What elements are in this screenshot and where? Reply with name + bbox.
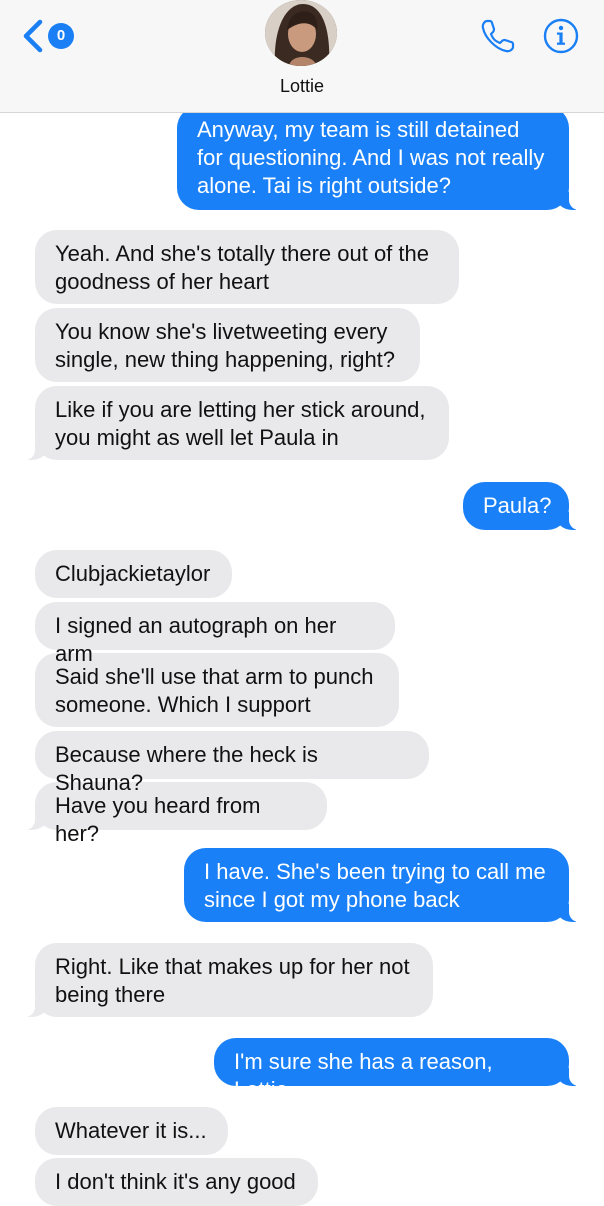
contact-name[interactable]: Lottie — [0, 76, 604, 97]
avatar[interactable] — [265, 0, 337, 66]
message-text: I'm sure she has a reason, Lottie — [234, 1049, 493, 1102]
unread-count-badge: 0 — [48, 23, 74, 49]
message-text: Said she'll use that arm to punch someon… — [55, 664, 374, 717]
chevron-left-icon — [23, 19, 43, 53]
message-bubble-incoming[interactable]: I don't think it's any good — [35, 1158, 318, 1206]
message-bubble-incoming[interactable]: I signed an autograph on her arm — [35, 602, 395, 666]
message-bubble-incoming[interactable]: Said she'll use that arm to punch someon… — [35, 653, 399, 727]
info-button[interactable] — [541, 16, 581, 61]
back-button[interactable]: 0 — [20, 18, 74, 54]
message-text: You know she's livetweeting every single… — [55, 319, 396, 372]
message-text: I don't think it's any good — [55, 1169, 296, 1194]
message-bubble-incoming[interactable]: You know she's livetweeting every single… — [35, 308, 420, 382]
message-text: Clubjackietaylor — [55, 561, 211, 586]
message-text: Have you heard from her? — [55, 793, 261, 846]
message-bubble-outgoing[interactable]: I have. She's been trying to call me sin… — [184, 848, 579, 922]
message-text: Like if you are letting her stick around… — [55, 397, 426, 450]
message-bubble-outgoing[interactable]: Paula? — [463, 482, 579, 530]
message-bubble-incoming[interactable]: Like if you are letting her stick around… — [25, 386, 449, 460]
message-text: Right. Like that makes up for her not be… — [55, 954, 410, 1007]
contact-photo — [265, 0, 337, 66]
message-bubble-outgoing[interactable]: Anyway, my team is still detained for qu… — [177, 106, 579, 210]
message-bubble-outgoing[interactable]: I'm sure she has a reason, Lottie — [214, 1038, 579, 1102]
message-bubble-incoming[interactable]: Whatever it is... — [35, 1107, 228, 1155]
call-button[interactable] — [478, 16, 518, 61]
message-text: I have. She's been trying to call me sin… — [204, 859, 546, 912]
conversation-header: 0 Lottie — [0, 0, 604, 113]
message-text: Yeah. And she's totally there out of the… — [55, 241, 429, 294]
message-text: Anyway, my team is still detained for qu… — [197, 117, 545, 198]
info-icon — [543, 18, 579, 54]
message-thread: Anyway, my team is still detained for qu… — [0, 0, 604, 1206]
message-text: Whatever it is... — [55, 1118, 207, 1143]
message-bubble-incoming[interactable]: Because where the heck is Shauna? — [35, 731, 429, 795]
message-bubble-incoming[interactable]: Right. Like that makes up for her not be… — [25, 943, 433, 1017]
message-bubble-incoming[interactable]: Yeah. And she's totally there out of the… — [35, 230, 459, 304]
phone-icon — [481, 19, 515, 53]
message-text: Paula? — [483, 493, 552, 518]
message-bubble-incoming[interactable]: Clubjackietaylor — [35, 550, 232, 598]
